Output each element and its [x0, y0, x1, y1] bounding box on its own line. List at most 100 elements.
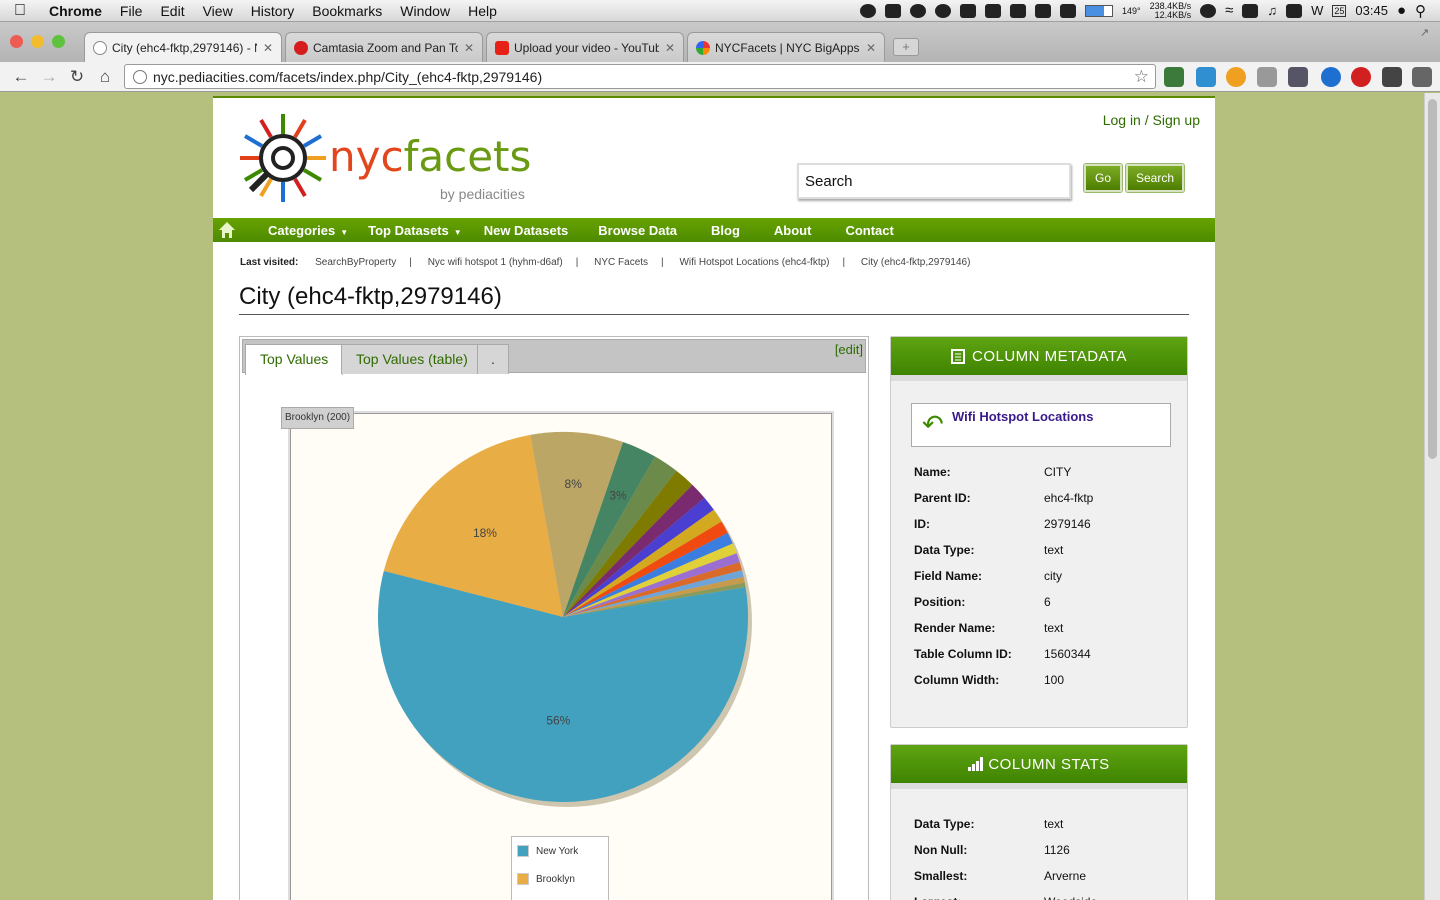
browser-tab-3[interactable]: Upload your video - YouTub ✕	[486, 32, 684, 62]
menu-bookmarks[interactable]: Bookmarks	[303, 3, 391, 19]
home-icon[interactable]	[218, 221, 244, 239]
nav-contact[interactable]: Contact	[833, 223, 905, 238]
battery-icon[interactable]	[1242, 3, 1259, 18]
stats-row: Non Null: 1126	[914, 843, 1070, 857]
metadata-row: Position: 6	[914, 595, 1051, 609]
legend-label: Brooklyn	[536, 873, 575, 885]
menu-window[interactable]: Window	[391, 3, 459, 19]
page-scrollbar[interactable]	[1424, 93, 1440, 900]
breadcrumb-separator: |	[409, 257, 412, 268]
pacman-icon[interactable]	[934, 3, 951, 18]
legend-swatch	[517, 845, 529, 857]
search-button[interactable]: Search	[1126, 164, 1184, 192]
login-signup-link[interactable]: Log in / Sign up	[1103, 112, 1200, 128]
parent-dataset-link[interactable]: Wifi Hotspot Locations	[952, 409, 1093, 424]
record-icon[interactable]	[909, 3, 926, 18]
column-stats-header: COLUMN STATS	[891, 745, 1187, 789]
pen-tool-icon[interactable]	[1382, 67, 1402, 87]
browser-tab-1[interactable]: City (ehc4-fktp,2979146) - N ✕	[84, 32, 282, 62]
pie-slice-label: 56%	[546, 713, 570, 727]
volume-icon[interactable]: ♫	[1267, 3, 1277, 18]
status-icon[interactable]	[859, 3, 876, 18]
close-window-icon[interactable]	[10, 35, 23, 48]
nav-browse-data[interactable]: Browse Data	[592, 223, 699, 238]
chart-legend: New York Brooklyn	[511, 836, 609, 900]
nav-top-datasets[interactable]: Top Datasets ▼	[360, 223, 474, 238]
nav-blog[interactable]: Blog	[699, 223, 762, 238]
menu-file[interactable]: File	[111, 3, 152, 19]
spotlight-icon[interactable]: ⚲	[1415, 2, 1426, 20]
bookmark-star-icon[interactable]: ☆	[1134, 67, 1149, 87]
breadcrumb-item[interactable]: City (ehc4-fktp,2979146)	[861, 257, 971, 268]
display-icon[interactable]	[1286, 3, 1303, 18]
forward-icon[interactable]: →	[35, 67, 63, 87]
menu-history[interactable]: History	[242, 3, 304, 19]
breadcrumb-item[interactable]: Nyc wifi hotspot 1 (hyhm-d6af)	[428, 257, 563, 268]
wrench-icon[interactable]	[1412, 67, 1432, 87]
nav-about[interactable]: About	[762, 223, 834, 238]
scrollbar-thumb[interactable]	[1428, 99, 1437, 459]
parent-dataset-box: ↶ Wifi Hotspot Locations	[911, 403, 1171, 447]
new-tab-button[interactable]: +	[893, 38, 919, 56]
paw-icon[interactable]	[959, 3, 976, 18]
user-icon[interactable]: ●	[1397, 2, 1406, 19]
film-icon[interactable]	[884, 3, 901, 18]
menu-help[interactable]: Help	[459, 3, 506, 19]
tab-title: Camtasia Zoom and Pan Too	[313, 40, 458, 55]
address-bar[interactable]: nyc.pediacities.com/facets/index.php/Cit…	[124, 64, 1156, 89]
close-tab-icon[interactable]: ✕	[263, 41, 273, 55]
logo-facets: facets	[403, 132, 532, 181]
legend-item[interactable]: Brooklyn	[512, 865, 608, 893]
close-tab-icon[interactable]: ✕	[866, 41, 876, 55]
metadata-value: 1560344	[1044, 647, 1091, 661]
breadcrumb-item[interactable]: SearchByProperty	[315, 257, 396, 268]
edit-link[interactable]: [edit]	[835, 342, 863, 357]
calendar-icon[interactable]	[1034, 3, 1051, 18]
reload-icon[interactable]: ↻	[63, 67, 91, 87]
wifi-icon[interactable]: ≈	[1225, 2, 1233, 19]
nav-new-datasets[interactable]: New Datasets	[474, 223, 593, 238]
apple-icon[interactable]: 	[0, 2, 40, 20]
back-icon[interactable]: ←	[7, 67, 35, 87]
metadata-row: ID: 2979146	[914, 517, 1091, 531]
legend-item[interactable]: New York	[512, 837, 608, 865]
tab-dot[interactable]: .	[477, 344, 509, 374]
temperature: 149°	[1121, 5, 1141, 16]
search-extension-icon[interactable]	[1288, 67, 1308, 87]
close-tab-icon[interactable]: ✕	[665, 41, 675, 55]
dropbox-icon[interactable]	[984, 3, 1001, 18]
go-button[interactable]: Go	[1084, 164, 1122, 192]
tab-top-values-table[interactable]: Top Values (table)	[341, 344, 483, 374]
menu-app[interactable]: Chrome	[40, 3, 111, 19]
menu-view[interactable]: View	[194, 3, 242, 19]
pen-icon[interactable]	[1059, 3, 1076, 18]
menu-edit[interactable]: Edit	[151, 3, 193, 19]
tag-icon[interactable]	[1257, 67, 1277, 87]
tab-strip: City (ehc4-fktp,2979146) - N ✕ Camtasia …	[0, 22, 1440, 62]
breadcrumb-item[interactable]: NYC Facets	[594, 257, 648, 268]
search-input[interactable]: Search	[797, 163, 1071, 199]
amazon-icon[interactable]	[1226, 67, 1246, 87]
browser-toolbar: ← → ↻ ⌂ nyc.pediacities.com/facets/index…	[0, 62, 1440, 92]
bars-icon[interactable]	[1009, 3, 1026, 18]
nav-categories[interactable]: Categories ▼	[256, 223, 360, 238]
zoom-window-icon[interactable]	[52, 35, 65, 48]
tab-top-values[interactable]: Top Values	[245, 344, 344, 375]
minimize-window-icon[interactable]	[31, 35, 44, 48]
extension-icon[interactable]	[1196, 67, 1216, 87]
browser-tab-2[interactable]: Camtasia Zoom and Pan Too ✕	[285, 32, 483, 62]
clock[interactable]: 03:45	[1355, 3, 1388, 18]
fullscreen-icon[interactable]: ↗	[1420, 26, 1429, 39]
breadcrumb-item[interactable]: Wifi Hotspot Locations (ehc4-fktp)	[679, 257, 829, 268]
time-machine-icon[interactable]	[1200, 3, 1217, 18]
metadata-row: Render Name: text	[914, 621, 1063, 635]
page-info-icon[interactable]	[133, 69, 147, 84]
evernote-icon[interactable]	[1164, 67, 1184, 87]
browser-tab-4[interactable]: NYCFacets | NYC BigApps 3.0 ✕	[687, 32, 885, 62]
skype-icon[interactable]	[1321, 67, 1341, 87]
close-tab-icon[interactable]: ✕	[464, 41, 474, 55]
adblock-icon[interactable]	[1351, 67, 1371, 87]
site-logo[interactable]: nycfacets by pediacities	[237, 112, 537, 204]
home-icon[interactable]: ⌂	[91, 67, 119, 87]
metadata-key: Position:	[914, 595, 966, 609]
